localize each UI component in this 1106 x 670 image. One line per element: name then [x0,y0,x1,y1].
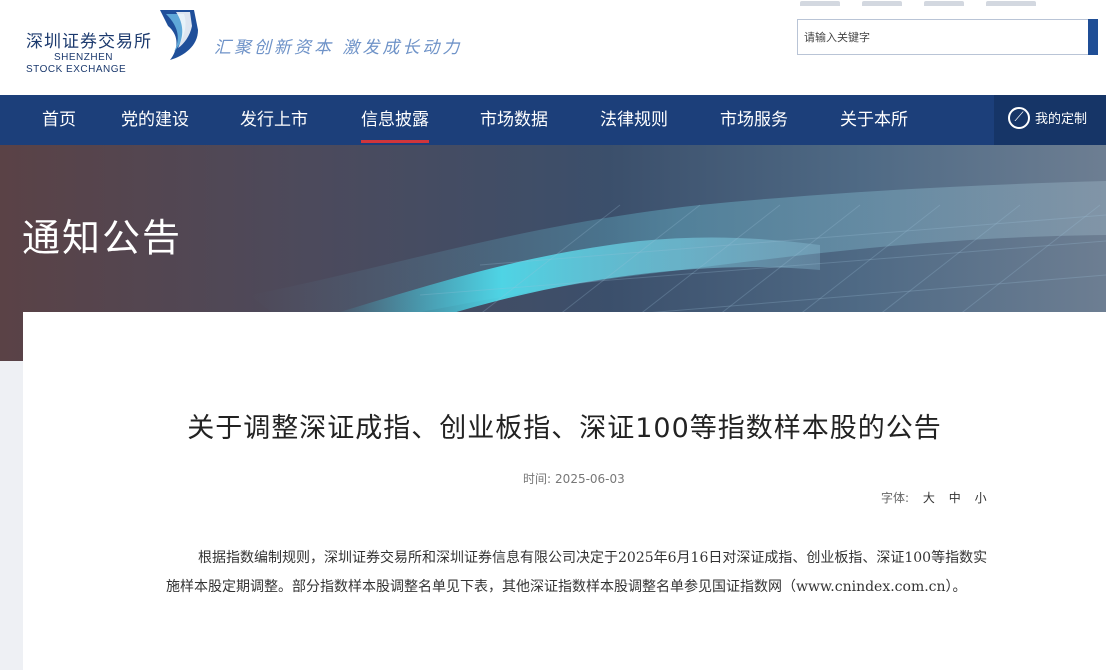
font-size-medium-button[interactable]: 中 [949,491,961,505]
nav-item-party-building[interactable]: 党的建设 [121,95,189,145]
my-custom-button[interactable]: ⟋ 我的定制 [994,95,1106,145]
font-size-large-button[interactable]: 大 [923,491,935,505]
article-title: 关于调整深证成指、创业板指、深证100等指数样本股的公告 [187,413,942,444]
my-custom-label: 我的定制 [1035,112,1088,127]
nav-item-rules[interactable]: 法律规则 [600,95,668,145]
publish-time-value: 2025-06-03 [555,472,625,486]
top-utility-links[interactable] [800,0,1100,6]
publish-time: 时间: 2025-06-03 [523,470,625,487]
page-title: 通知公告 [22,216,183,260]
main-nav: 首页 党的建设 发行上市 信息披露 市场数据 法律规则 市场服务 关于本所 [0,95,1106,145]
szse-logo-icon [160,10,198,60]
font-size-control: 字体: 大 中 小 [881,489,987,506]
nav-item-services[interactable]: 市场服务 [720,95,788,145]
nav-item-market-data[interactable]: 市场数据 [480,95,548,145]
site-slogan: 汇聚创新资本 激发成长动力 [214,38,463,58]
nav-item-disclosure[interactable]: 信息披露 [361,95,429,145]
logo-english-name: SHENZHEN STOCK EXCHANGE [26,52,127,75]
publish-time-label: 时间: [523,472,552,486]
compass-icon: ⟋ [1008,106,1030,129]
font-size-label: 字体: [881,491,910,505]
logo-chinese-name: 深圳证券交易所 [26,32,152,52]
article-card: 关于调整深证成指、创业板指、深证100等指数样本股的公告 时间: 2025-06-… [23,312,1106,670]
site-header: 深圳证券交易所 SHENZHEN STOCK EXCHANGE 汇聚创新资本 激… [0,0,1106,95]
nav-item-listing[interactable]: 发行上市 [240,95,308,145]
search-input[interactable] [798,20,1086,54]
search-button[interactable] [1088,19,1098,55]
nav-item-about[interactable]: 关于本所 [840,95,908,145]
search-box [797,19,1098,55]
site-logo[interactable]: 深圳证券交易所 SHENZHEN STOCK EXCHANGE [26,27,152,76]
font-size-small-button[interactable]: 小 [975,491,987,505]
article-body: 根据指数编制规则，深圳证券交易所和深圳证券信息有限公司决定于2025年6月16日… [166,550,988,595]
nav-item-home[interactable]: 首页 [42,95,76,145]
